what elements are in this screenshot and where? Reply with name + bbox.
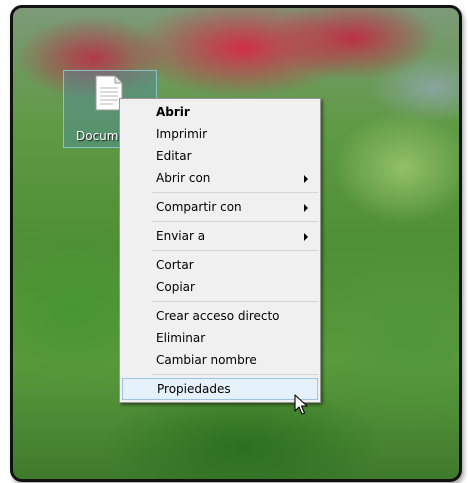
menu-item-cambiar-nombre[interactable]: Cambiar nombre: [122, 349, 318, 371]
menu-item-crear-acceso-directo[interactable]: Crear acceso directo: [122, 305, 318, 327]
arrow-pointer-icon: [294, 394, 308, 415]
menu-item-propiedades[interactable]: Propiedades: [122, 378, 318, 400]
desktop-screenshot-frame: Docume Abrir Imprimir Editar Abrir con C…: [10, 5, 462, 482]
menu-item-editar[interactable]: Editar: [122, 145, 318, 167]
menu-item-label: Copiar: [156, 280, 195, 294]
menu-separator: [152, 374, 318, 375]
menu-item-label: Crear acceso directo: [156, 309, 280, 323]
menu-item-label: Abrir con: [156, 171, 211, 185]
menu-separator: [152, 250, 318, 251]
menu-item-abrir-con[interactable]: Abrir con: [122, 167, 318, 189]
menu-item-compartir-con[interactable]: Compartir con: [122, 196, 318, 218]
menu-item-cortar[interactable]: Cortar: [122, 254, 318, 276]
menu-separator: [152, 301, 318, 302]
menu-item-enviar-a[interactable]: Enviar a: [122, 225, 318, 247]
menu-item-label: Cortar: [156, 258, 194, 272]
submenu-arrow-icon: [304, 204, 308, 212]
menu-item-label: Compartir con: [156, 200, 242, 214]
submenu-arrow-icon: [304, 175, 308, 183]
menu-item-copiar[interactable]: Copiar: [122, 276, 318, 298]
menu-item-label: Enviar a: [156, 229, 206, 243]
menu-item-label: Imprimir: [156, 127, 208, 141]
menu-separator: [152, 221, 318, 222]
submenu-arrow-icon: [304, 233, 308, 241]
menu-item-label: Propiedades: [157, 382, 231, 396]
menu-item-label: Abrir: [156, 105, 190, 119]
menu-item-label: Eliminar: [156, 331, 206, 345]
menu-separator: [152, 192, 318, 193]
menu-item-eliminar[interactable]: Eliminar: [122, 327, 318, 349]
menu-item-abrir[interactable]: Abrir: [122, 101, 318, 123]
menu-item-label: Cambiar nombre: [156, 353, 257, 367]
context-menu: Abrir Imprimir Editar Abrir con Comparti…: [119, 98, 321, 403]
menu-item-label: Editar: [156, 149, 192, 163]
menu-item-imprimir[interactable]: Imprimir: [122, 123, 318, 145]
